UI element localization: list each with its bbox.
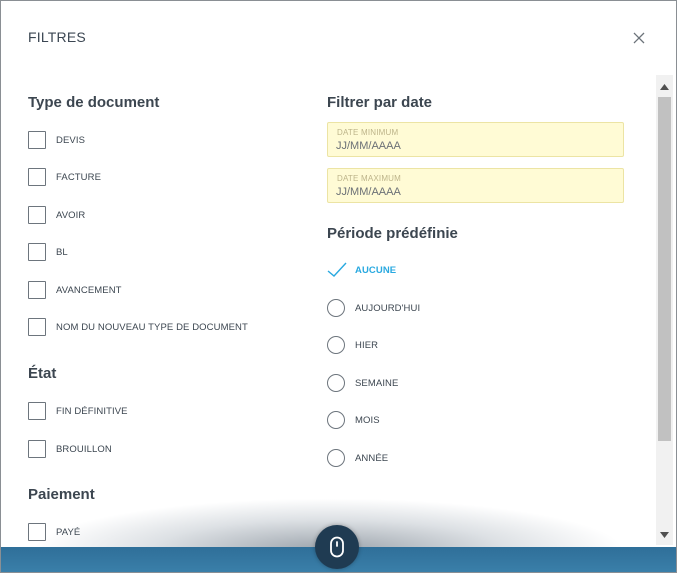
radio-circle[interactable] — [327, 411, 345, 429]
checkbox-new-document-type[interactable]: NOM DU NOUVEAU TYPE DE DOCUMENT — [28, 317, 248, 337]
checkbox-fin-definitive[interactable]: FIN DÉFINITIVE — [28, 401, 128, 421]
radio-mois[interactable]: MOIS — [327, 410, 380, 430]
radio-label: ANNÉE — [355, 452, 389, 464]
radio-label: AUJOURD'HUI — [355, 302, 421, 314]
checkbox-box[interactable] — [28, 281, 46, 299]
checkbox-box[interactable] — [28, 243, 46, 261]
checkbox-box[interactable] — [28, 440, 46, 458]
radio-label: MOIS — [355, 414, 380, 426]
checkbox-avoir[interactable]: AVOIR — [28, 205, 85, 225]
radio-annee[interactable]: ANNÉE — [327, 448, 388, 468]
checkbox-box[interactable] — [28, 318, 46, 336]
radio-aucune[interactable]: AUCUNE — [327, 260, 396, 280]
date-max-label: DATE MAXIMUM — [337, 174, 402, 183]
period-title: Période prédéfinie — [327, 225, 458, 242]
radio-label: SEMAINE — [355, 377, 399, 389]
document-type-title: Type de document — [28, 94, 160, 111]
radio-label: HIER — [355, 339, 379, 351]
close-icon[interactable] — [632, 31, 646, 45]
date-min-field[interactable]: DATE MINIMUM — [327, 122, 624, 157]
radio-circle[interactable] — [327, 336, 345, 354]
checkbox-brouillon[interactable]: BROUILLON — [28, 439, 112, 459]
checkbox-box[interactable] — [28, 402, 46, 420]
checkbox-label: DEVIS — [56, 134, 86, 146]
date-min-input[interactable] — [336, 138, 606, 153]
checkbox-label: FACTURE — [56, 171, 102, 183]
checkbox-label: PAYÉ — [56, 526, 81, 538]
checkbox-bl[interactable]: BL — [28, 242, 68, 262]
checkbox-devis[interactable]: DEVIS — [28, 130, 85, 150]
radio-hier[interactable]: HIER — [327, 335, 378, 355]
checkbox-box[interactable] — [28, 523, 46, 541]
checkbox-avancement[interactable]: AVANCEMENT — [28, 280, 122, 300]
radio-circle[interactable] — [327, 449, 345, 467]
payment-title: Paiement — [28, 486, 95, 503]
checkbox-box[interactable] — [28, 168, 46, 186]
date-filter-title: Filtrer par date — [327, 94, 433, 111]
date-min-label: DATE MINIMUM — [337, 128, 399, 137]
date-max-field[interactable]: DATE MAXIMUM — [327, 168, 624, 203]
checkbox-label: NOM DU NOUVEAU TYPE DE DOCUMENT — [56, 321, 248, 333]
checkbox-paye[interactable]: PAYÉ — [28, 522, 80, 542]
date-max-input[interactable] — [336, 184, 606, 199]
vertical-scrollbar[interactable] — [656, 75, 673, 545]
checkbox-label: AVANCEMENT — [56, 284, 122, 296]
dialog-title: FILTRES — [28, 29, 86, 45]
radio-label: AUCUNE — [355, 264, 397, 276]
radio-circle[interactable] — [327, 374, 345, 392]
mouse-scroll-icon[interactable] — [315, 525, 359, 569]
state-title: État — [28, 365, 57, 382]
checkbox-box[interactable] — [28, 131, 46, 149]
checkbox-label: FIN DÉFINITIVE — [56, 405, 128, 417]
scroll-down-arrow-icon[interactable] — [656, 527, 673, 543]
checkbox-label: BROUILLON — [56, 443, 112, 455]
radio-aujourdhui[interactable]: AUJOURD'HUI — [327, 298, 420, 318]
checkbox-label: BL — [56, 246, 68, 258]
checkmark-icon[interactable] — [327, 261, 347, 279]
checkbox-label: AVOIR — [56, 209, 86, 221]
checkbox-box[interactable] — [28, 206, 46, 224]
radio-semaine[interactable]: SEMAINE — [327, 373, 398, 393]
scroll-up-arrow-icon[interactable] — [656, 79, 673, 95]
filters-dialog: FILTRES Type de document DEVIS FACTURE A… — [0, 0, 677, 573]
scrollbar-thumb[interactable] — [658, 97, 671, 441]
radio-circle[interactable] — [327, 299, 345, 317]
checkbox-facture[interactable]: FACTURE — [28, 167, 101, 187]
